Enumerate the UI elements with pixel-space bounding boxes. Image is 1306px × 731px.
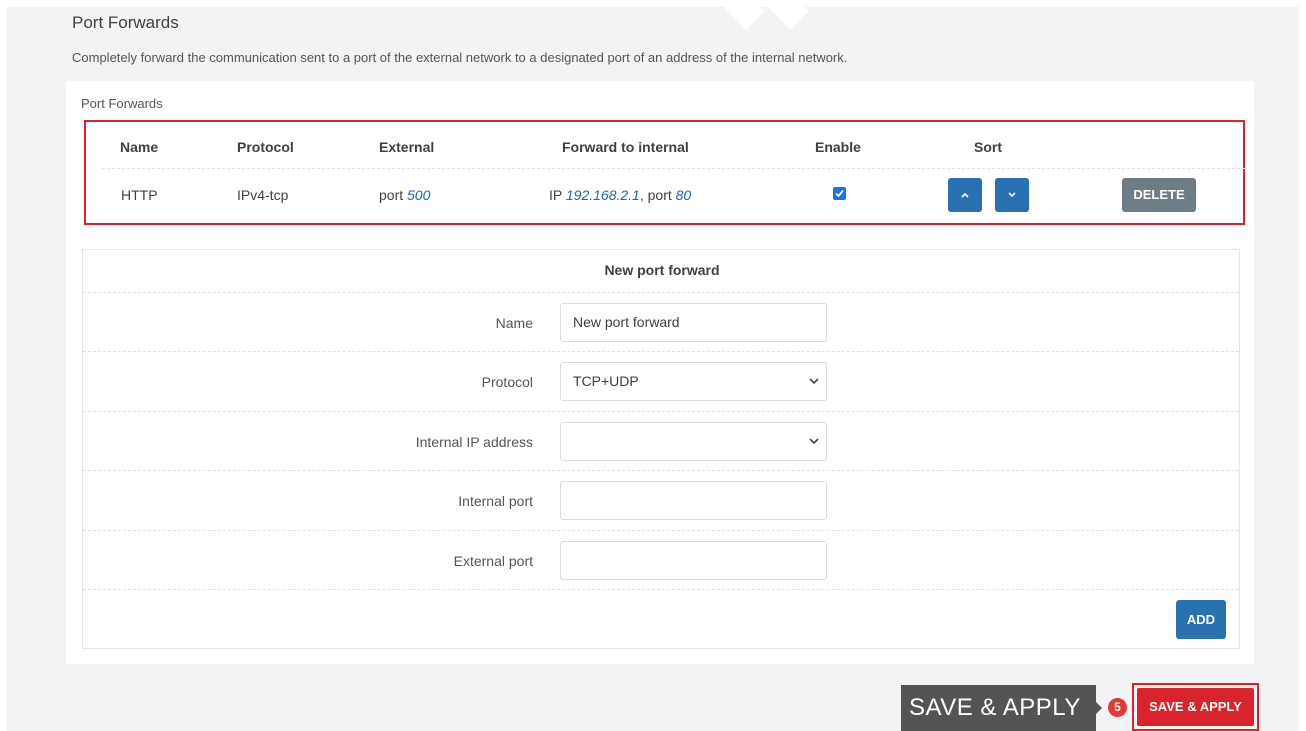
port-forwards-card: Port Forwards Name Protocol External For… <box>66 81 1254 664</box>
page-description: Completely forward the communication sen… <box>72 50 848 65</box>
move-up-button[interactable] <box>948 178 982 212</box>
divider <box>83 411 1239 412</box>
chevron-down-icon <box>809 378 819 385</box>
col-header-forward: Forward to internal <box>562 139 689 155</box>
internal-port-label: Internal port <box>458 493 533 509</box>
row-divider <box>102 168 1245 169</box>
col-header-sort: Sort <box>974 139 1002 155</box>
col-header-name: Name <box>120 139 159 155</box>
tooltip-arrow <box>1095 701 1102 715</box>
col-header-enable: Enable <box>815 139 861 155</box>
internal-ip-select[interactable] <box>560 422 827 461</box>
step-badge: 5 <box>1108 698 1127 717</box>
watermark <box>700 0 820 30</box>
move-down-button[interactable] <box>995 178 1029 212</box>
chevron-down-icon <box>1008 192 1016 198</box>
row-name: HTTP <box>121 187 158 203</box>
external-port-value: 500 <box>407 187 431 203</box>
divider <box>83 292 1239 293</box>
divider <box>83 351 1239 352</box>
card-title: Port Forwards <box>81 96 163 111</box>
chevron-down-icon <box>809 438 819 445</box>
save-apply-button[interactable]: SAVE & APPLY <box>1137 688 1254 726</box>
col-header-protocol: Protocol <box>237 139 294 155</box>
protocol-select-value: TCP+UDP <box>573 373 639 389</box>
external-port-label: External port <box>453 553 533 569</box>
internal-port-input[interactable] <box>560 481 827 520</box>
port-forwards-table: Name Protocol External Forward to intern… <box>84 120 1245 225</box>
port-prefix: , port <box>639 187 672 203</box>
chevron-up-icon <box>961 192 969 198</box>
name-input-value: New port forward <box>573 314 680 330</box>
divider <box>83 530 1239 531</box>
row-protocol: IPv4-tcp <box>237 187 289 203</box>
divider <box>83 589 1239 590</box>
protocol-label: Protocol <box>481 374 533 390</box>
ip-value: 192.168.2.1 <box>565 187 640 203</box>
row-external: port 500 <box>379 187 430 203</box>
check-icon <box>835 189 844 198</box>
add-button[interactable]: ADD <box>1176 600 1226 639</box>
col-header-external: External <box>379 139 435 155</box>
external-prefix: port <box>379 187 404 203</box>
name-label: Name <box>495 315 533 331</box>
ip-prefix: IP <box>549 187 562 203</box>
delete-button[interactable]: DELETE <box>1122 178 1196 212</box>
row-forward: IP 192.168.2.1, port 80 <box>549 187 691 203</box>
protocol-select[interactable]: TCP+UDP <box>560 362 827 401</box>
enable-checkbox[interactable] <box>833 187 846 200</box>
internal-port-value: 80 <box>675 187 692 203</box>
new-port-forward-form: New port forward Name New port forward P… <box>82 249 1240 649</box>
new-port-forward-title: New port forward <box>604 262 720 278</box>
page-title: Port Forwards <box>72 13 179 32</box>
external-port-input[interactable] <box>560 541 827 580</box>
internal-ip-label: Internal IP address <box>415 434 533 450</box>
save-apply-tooltip: SAVE & APPLY <box>901 685 1096 731</box>
divider <box>83 470 1239 471</box>
name-input[interactable]: New port forward <box>560 303 827 342</box>
